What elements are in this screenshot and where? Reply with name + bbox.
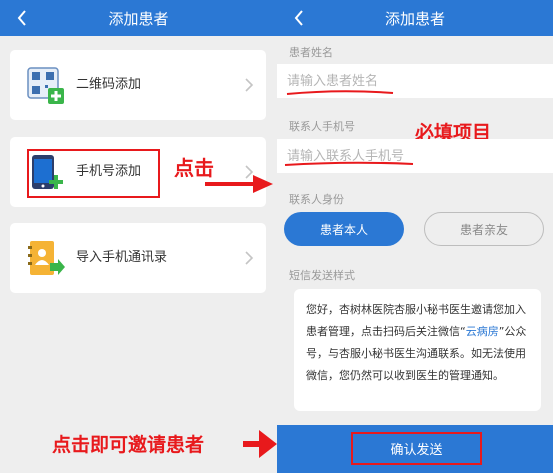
back-button[interactable] xyxy=(287,6,311,30)
identity-family-button[interactable]: 患者亲友 xyxy=(424,212,544,246)
qr-code-icon xyxy=(26,66,66,106)
sms-style-label: 短信发送样式 xyxy=(289,269,355,282)
underline-mark xyxy=(284,161,414,166)
left-header: 添加患者 xyxy=(0,0,277,36)
page-title: 添加患者 xyxy=(108,9,169,28)
invite-annotation: 点击即可邀请患者 xyxy=(52,434,205,456)
back-arrow-icon xyxy=(294,10,303,26)
contact-identity-label: 联系人身份 xyxy=(289,193,344,206)
highlight-box xyxy=(27,149,160,198)
patient-name-label: 患者姓名 xyxy=(289,46,333,59)
confirm-send-button[interactable]: 确认发送 xyxy=(351,432,482,465)
option-contacts-import[interactable]: 导入手机通讯录 xyxy=(10,223,266,293)
contacts-import-icon xyxy=(26,239,66,279)
option-label: 导入手机通讯录 xyxy=(76,250,168,265)
contact-phone-label: 联系人手机号 xyxy=(289,120,355,133)
right-screen: 添加患者 患者姓名 联系人手机号 必填项目 联系人身份 患者本人 患者亲友 短信… xyxy=(277,0,553,473)
chevron-right-icon xyxy=(245,251,254,265)
left-screen: 添加患者 二维码添加 手机号添加 点击 导入手机通讯录 点击即可邀请患者 xyxy=(0,0,277,473)
arrow-right-icon xyxy=(205,175,273,193)
underline-mark xyxy=(286,90,394,95)
option-qr-code[interactable]: 二维码添加 xyxy=(10,50,266,120)
sms-preview: 您好，杏树林医院杏服小秘书医生邀请您加入患者管理，点击扫码后关注微信“云病房”公… xyxy=(294,289,541,411)
option-label: 二维码添加 xyxy=(76,77,142,92)
back-button[interactable] xyxy=(10,6,34,30)
page-title: 添加患者 xyxy=(384,9,445,28)
sms-link[interactable]: 云病房 xyxy=(466,325,499,338)
identity-self-button[interactable]: 患者本人 xyxy=(284,212,404,246)
arrow-right-icon xyxy=(243,430,277,458)
right-header: 添加患者 xyxy=(277,0,553,36)
back-arrow-icon xyxy=(17,10,26,26)
chevron-right-icon xyxy=(245,78,254,92)
bottom-bar: 确认发送 xyxy=(277,425,553,473)
